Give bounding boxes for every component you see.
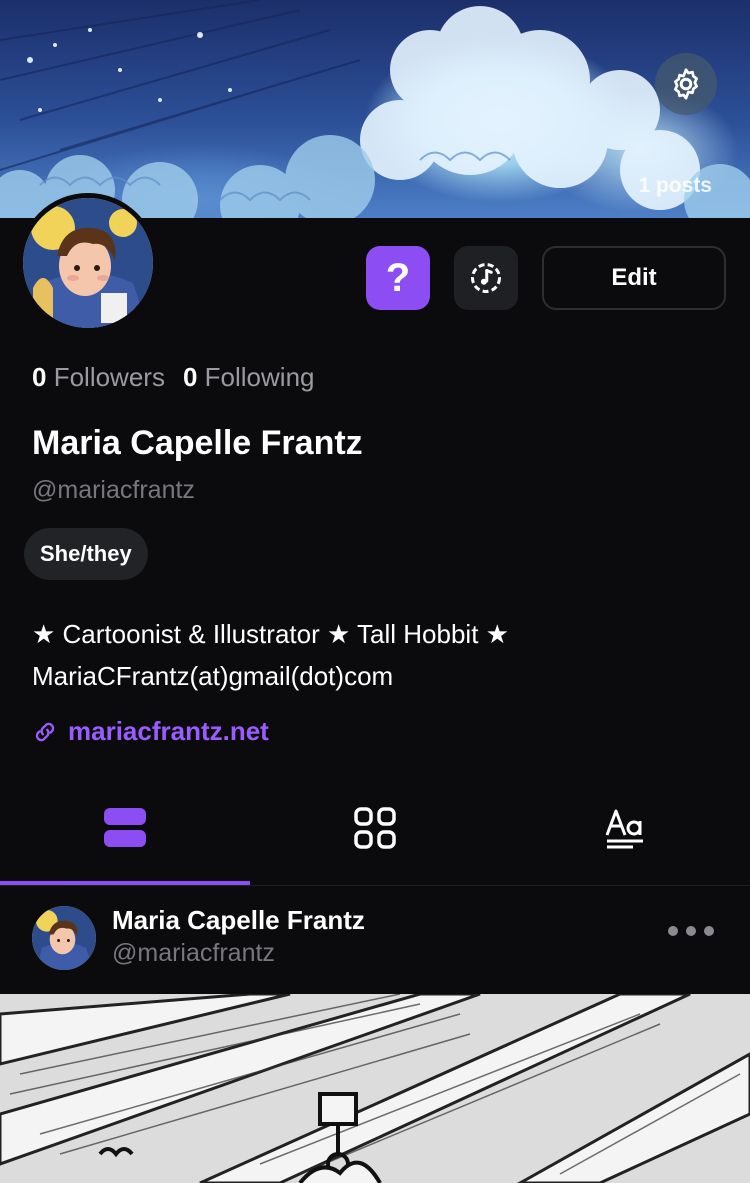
avatar-image: [23, 198, 153, 328]
bio-line: MariaCFrantz(at)gmail(dot)com: [32, 661, 394, 691]
profile-link[interactable]: mariacfrantz.net: [32, 716, 269, 747]
following-count: 0: [182, 362, 198, 392]
grid-icon: [354, 806, 396, 849]
avatar-image: [32, 906, 96, 970]
post-author-avatar[interactable]: [32, 906, 96, 970]
profile-handle: @mariacfrantz: [32, 476, 195, 504]
followers-label: Followers: [53, 362, 165, 392]
post-author-name[interactable]: Maria Capelle Frantz: [112, 905, 365, 936]
followers-stat[interactable]: 0 Followers: [32, 362, 165, 393]
tab-text[interactable]: [500, 770, 750, 885]
gear-icon: [674, 68, 698, 100]
link-icon: [35, 722, 55, 741]
posts-count: 1 posts: [638, 174, 712, 197]
text-posts-icon: [605, 809, 643, 848]
tab-grid[interactable]: [250, 770, 500, 885]
profile-name: Maria Capelle Frantz: [32, 424, 363, 462]
followers-count: 0: [32, 362, 47, 392]
profile-banner: 1 posts: [0, 0, 750, 218]
post-more-button[interactable]: [668, 926, 714, 936]
profile-bio: ★ Cartoonist & Illustrator ★ Tall Hobbit…: [32, 613, 722, 697]
more-dot-icon: [704, 926, 714, 936]
posts-list-icon: [104, 807, 146, 847]
tab-posts[interactable]: [0, 770, 250, 885]
bio-line: ★ Cartoonist & Illustrator ★ Tall Hobbit…: [32, 619, 509, 649]
edit-profile-button[interactable]: Edit: [542, 246, 726, 310]
post-artwork: [0, 994, 750, 1183]
more-dot-icon: [668, 926, 678, 936]
profile-tabs: [0, 770, 750, 886]
ask-button[interactable]: ?: [366, 246, 430, 310]
post-header: Maria Capelle Frantz @mariacfrantz: [0, 886, 750, 994]
music-button[interactable]: [454, 246, 518, 310]
following-label: Following: [204, 362, 315, 392]
post-image[interactable]: [0, 994, 750, 1183]
post-author-handle: @mariacfrantz: [112, 939, 275, 967]
more-dot-icon: [686, 926, 696, 936]
pronouns-badge: She/they: [24, 528, 148, 580]
settings-button[interactable]: [655, 53, 717, 115]
profile-avatar[interactable]: [18, 193, 158, 333]
music-note-icon: [471, 263, 501, 293]
follow-stats: 0 Followers 0 Following: [32, 362, 314, 393]
active-tab-indicator: [0, 881, 250, 885]
following-stat[interactable]: 0 Following: [183, 362, 315, 393]
profile-link-text: mariacfrantz.net: [68, 716, 269, 746]
